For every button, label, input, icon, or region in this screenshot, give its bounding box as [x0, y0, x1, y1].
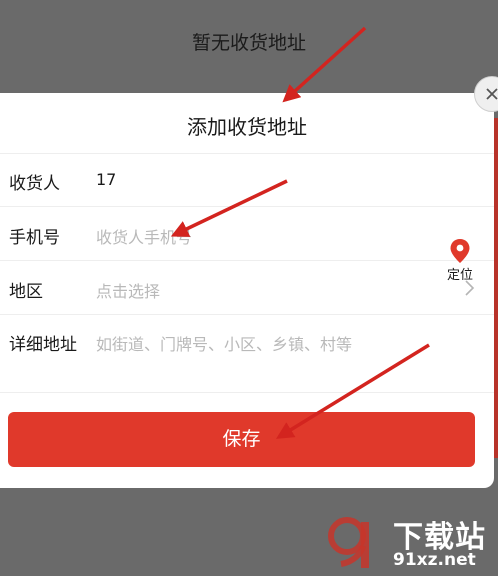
watermark-domain: 91xz.net [393, 550, 476, 570]
save-button[interactable]: 保存 [8, 412, 475, 467]
locate-button[interactable]: 定位 [440, 238, 480, 284]
region-row[interactable]: 地区 点击选择 [0, 260, 494, 314]
phone-label: 手机号 [9, 228, 60, 248]
phone-row: 手机号 收货人手机号 [0, 206, 494, 260]
address-row: 详细地址 如街道、门牌号、小区、乡镇、村等 [0, 314, 494, 392]
address-label: 详细地址 [9, 335, 77, 355]
add-address-sheet: 添加收货地址 收货人 17 手机号 收货人手机号 地区 点击选择 详细地址 如街… [0, 93, 494, 488]
address-input[interactable]: 如街道、门牌号、小区、乡镇、村等 [96, 331, 352, 355]
divider [0, 392, 494, 393]
close-icon [486, 88, 498, 100]
watermark-logo [328, 517, 369, 568]
locate-label: 定位 [446, 268, 473, 283]
location-pin-icon [450, 239, 470, 263]
watermark: 下载站 91xz.net [327, 512, 495, 574]
region-selector[interactable]: 点击选择 [96, 278, 160, 302]
recipient-input[interactable]: 17 [96, 170, 116, 189]
region-label: 地区 [9, 282, 43, 302]
background-strip [494, 118, 498, 458]
empty-address-text: 暂无收货地址 [191, 32, 306, 54]
recipient-label: 收货人 [9, 174, 60, 194]
sheet-title: 添加收货地址 [187, 115, 307, 139]
phone-input[interactable]: 收货人手机号 [96, 224, 192, 248]
recipient-row: 收货人 17 [0, 153, 494, 207]
